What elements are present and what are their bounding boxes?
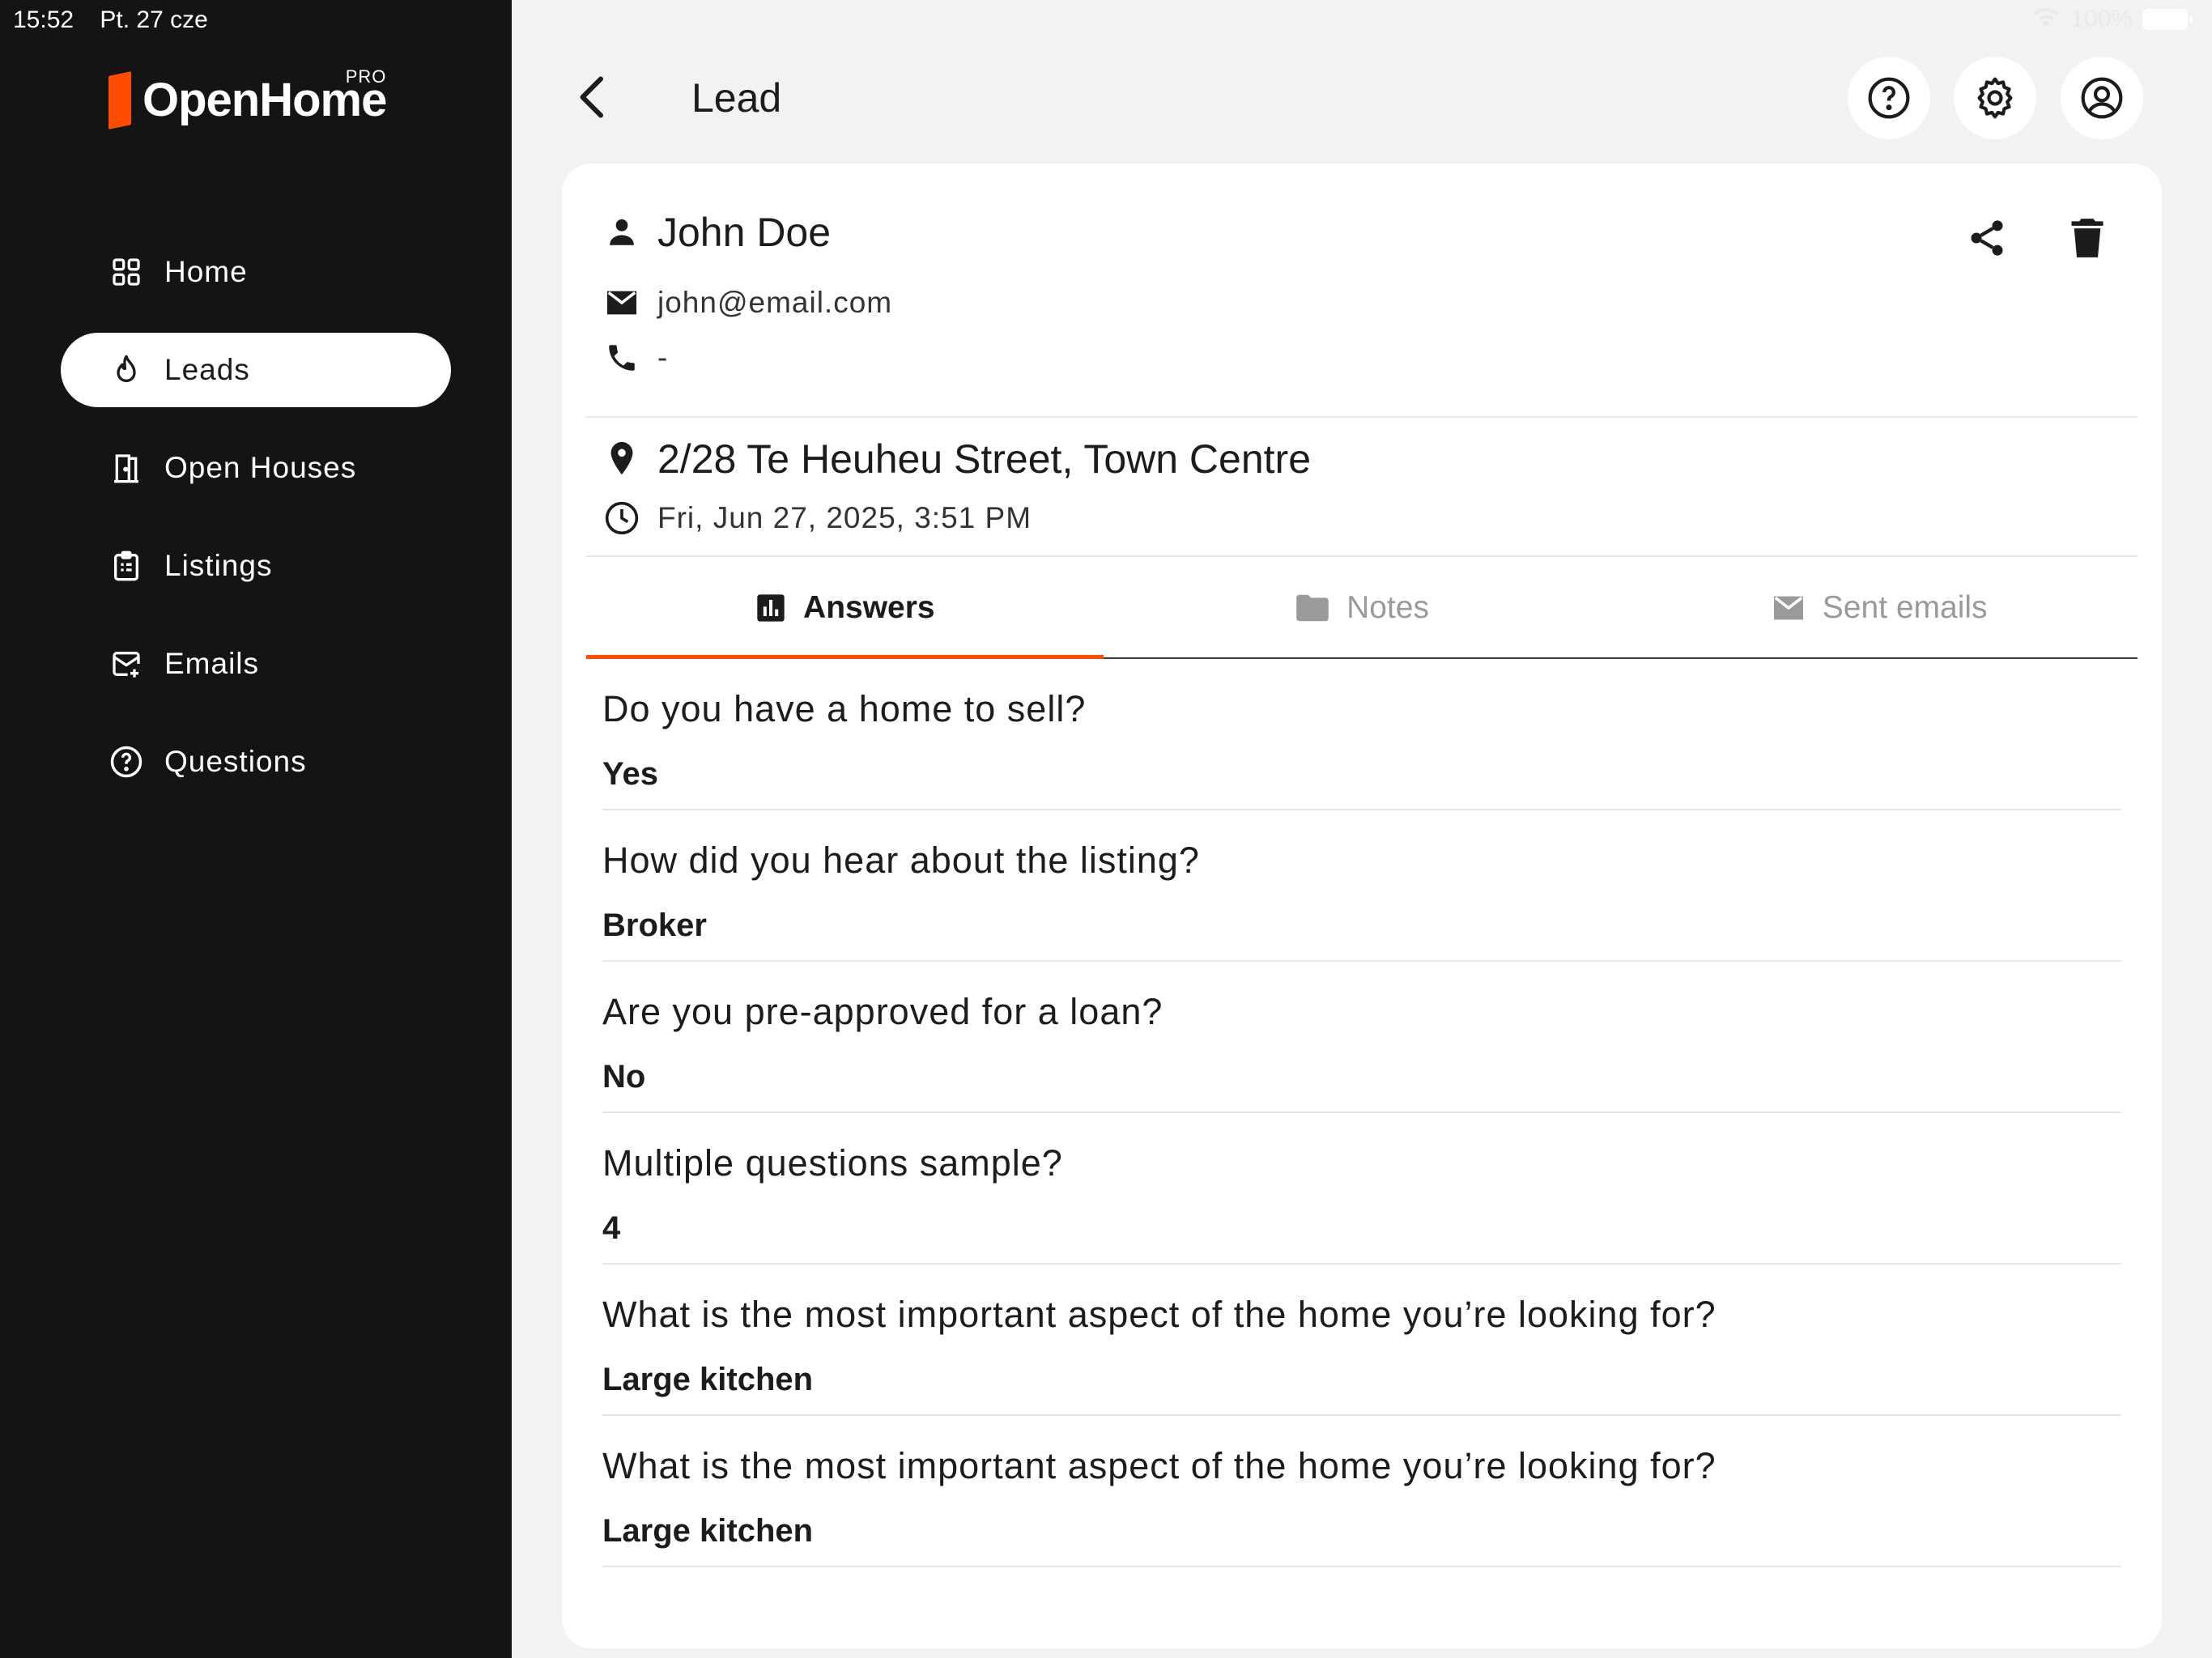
mail-icon xyxy=(1771,593,1806,623)
flame-icon xyxy=(108,351,145,389)
tab-label: Notes xyxy=(1346,590,1429,625)
answer-text: Broker xyxy=(602,908,707,943)
question-text: Do you have a home to sell? xyxy=(602,688,1087,729)
sidebar-item-leads[interactable]: Leads xyxy=(61,333,451,407)
status-time: 15:52 xyxy=(13,6,74,33)
clipboard-icon xyxy=(108,547,145,585)
sidebar-item-questions[interactable]: Questions xyxy=(61,725,451,799)
lead-phone: - xyxy=(657,341,668,374)
tab-sent-emails[interactable]: Sent emails xyxy=(1620,559,2138,657)
tab-bar: Answers Notes Sent emails xyxy=(586,559,2138,659)
answer-text: No xyxy=(602,1059,646,1095)
contact-info: John Doe john@email.com - xyxy=(602,209,2121,377)
back-button[interactable] xyxy=(560,65,625,130)
tab-label: Sent emails xyxy=(1822,590,1988,625)
help-button[interactable] xyxy=(1848,57,1930,139)
brand-logo: OpenHome PRO xyxy=(108,66,387,130)
question-icon xyxy=(108,743,145,780)
sidebar-item-listings[interactable]: Listings xyxy=(61,529,451,603)
divider xyxy=(586,555,2138,557)
sidebar-item-label: Open Houses xyxy=(164,451,357,484)
name-row: John Doe xyxy=(602,209,2121,256)
app: OpenHome PRO Home Leads Open Houses List… xyxy=(0,0,2212,1658)
question-text: What is the most important aspect of the… xyxy=(602,1294,1716,1335)
lead-name: John Doe xyxy=(657,210,832,255)
account-button[interactable] xyxy=(2061,57,2143,139)
location-pin-icon xyxy=(602,440,641,478)
list-item: Multiple questions sample? 4 xyxy=(602,1113,2121,1265)
address-block: 2/28 Te Heuheu Street, Town Centre Fri, … xyxy=(602,436,2121,538)
grid-icon xyxy=(108,253,145,291)
logo-mark xyxy=(108,70,131,130)
tab-notes[interactable]: Notes xyxy=(1104,559,1621,657)
answer-text: Yes xyxy=(602,756,658,792)
sidebar-item-label: Questions xyxy=(164,745,307,778)
lead-card: John Doe john@email.com - 2/28 Te Heuheu… xyxy=(562,164,2162,1648)
phone-row: - xyxy=(602,338,2121,377)
delete-button[interactable] xyxy=(2061,212,2113,264)
sidebar-item-home[interactable]: Home xyxy=(61,235,451,309)
share-button[interactable] xyxy=(1961,212,2013,264)
sidebar-item-emails[interactable]: Emails xyxy=(61,627,451,701)
status-right: 100% xyxy=(2031,5,2193,34)
brand-badge: PRO xyxy=(345,66,387,87)
door-icon xyxy=(108,449,145,487)
sidebar-item-label: Home xyxy=(164,255,248,288)
battery-level: 100% xyxy=(2070,6,2133,32)
person-icon xyxy=(602,213,641,252)
email-row: john@email.com xyxy=(602,283,2121,322)
list-item: Do you have a home to sell? Yes xyxy=(602,659,2121,810)
help-icon xyxy=(1868,77,1910,119)
card-actions xyxy=(1961,212,2113,264)
chevron-left-icon xyxy=(580,76,603,118)
sidebar-item-open-houses[interactable]: Open Houses xyxy=(61,431,451,505)
phone-icon xyxy=(602,338,641,377)
answer-text: 4 xyxy=(602,1210,621,1246)
question-text: What is the most important aspect of the… xyxy=(602,1445,1716,1486)
folder-icon xyxy=(1295,593,1330,623)
answer-text: Large kitchen xyxy=(602,1362,814,1397)
question-text: Multiple questions sample? xyxy=(602,1142,1063,1184)
lead-datetime: Fri, Jun 27, 2025, 3:51 PM xyxy=(657,501,1032,534)
bar-chart-icon xyxy=(755,592,787,624)
sidebar-item-label: Emails xyxy=(164,647,260,680)
status-bar: 15:52 Pt. 27 cze 100% xyxy=(0,0,2212,40)
settings-button[interactable] xyxy=(1954,57,2036,139)
sidebar-item-label: Leads xyxy=(164,353,250,386)
tab-answers[interactable]: Answers xyxy=(586,559,1104,659)
sidebar-item-label: Listings xyxy=(164,549,273,582)
status-left: 15:52 Pt. 27 cze xyxy=(13,6,228,34)
answers-list: Do you have a home to sell? Yes How did … xyxy=(602,659,2121,1567)
question-text: How did you hear about the listing? xyxy=(602,840,1200,881)
address-row: 2/28 Te Heuheu Street, Town Centre xyxy=(602,436,2121,483)
divider xyxy=(586,416,2138,418)
datetime-row: Fri, Jun 27, 2025, 3:51 PM xyxy=(602,499,2121,538)
status-date: Pt. 27 cze xyxy=(100,6,208,33)
page-title: Lead xyxy=(691,75,782,121)
battery-icon xyxy=(2142,9,2193,30)
user-circle-icon xyxy=(2081,77,2123,119)
mail-icon xyxy=(602,283,641,322)
share-icon xyxy=(1971,220,2003,256)
gear-icon xyxy=(1977,77,2013,119)
answer-text: Large kitchen xyxy=(602,1513,814,1549)
sidebar: OpenHome PRO Home Leads Open Houses List… xyxy=(0,0,512,1658)
mail-icon xyxy=(108,645,145,682)
list-item: What is the most important aspect of the… xyxy=(602,1265,2121,1416)
clock-icon xyxy=(602,499,641,538)
sidebar-nav: Home Leads Open Houses Listings Emails Q… xyxy=(61,235,451,823)
lead-address: 2/28 Te Heuheu Street, Town Centre xyxy=(657,436,1312,482)
wifi-icon xyxy=(2031,5,2061,34)
tab-label: Answers xyxy=(803,590,935,625)
list-item: How did you hear about the listing? Brok… xyxy=(602,810,2121,962)
question-text: Are you pre-approved for a loan? xyxy=(602,991,1163,1032)
trash-icon xyxy=(2071,219,2104,257)
lead-email[interactable]: john@email.com xyxy=(657,286,892,320)
list-item: Are you pre-approved for a loan? No xyxy=(602,962,2121,1113)
list-item: What is the most important aspect of the… xyxy=(602,1416,2121,1567)
